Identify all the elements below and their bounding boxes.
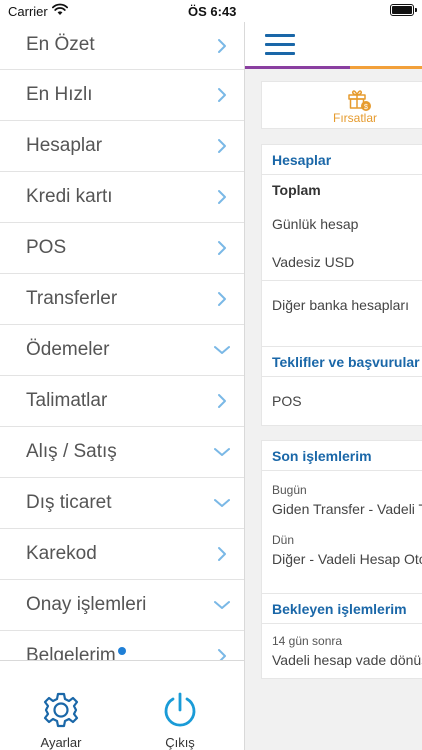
app-screen: Carrier ÖS 6:43 En Özet En Hızlı Hesapla…	[0, 0, 422, 750]
sidebar-item-label: En Hızlı	[26, 84, 93, 105]
gift-icon: $	[348, 90, 371, 111]
pending-transactions-card: Bekleyen işlemlerim 14 gün sonra Vadeli …	[261, 593, 422, 679]
top-bar	[245, 22, 422, 66]
accounts-total-row[interactable]: Toplam	[262, 175, 422, 205]
status-bar: Carrier ÖS 6:43	[0, 0, 422, 22]
gear-icon	[43, 692, 79, 728]
sidebar-item-odemeler[interactable]: Ödemeler	[0, 325, 244, 376]
recent-transactions-card: Son işlemlerim Bugün Giden Transfer - Va…	[261, 440, 422, 602]
transaction-text: Diğer - Vadeli Hesap Otom	[272, 551, 422, 567]
sidebar-item-hesaplar[interactable]: Hesaplar	[0, 121, 244, 172]
chevron-down-icon	[214, 495, 230, 511]
account-name: Vadesiz USD	[272, 254, 355, 270]
sidebar-item-label: Belgelerim	[26, 645, 126, 660]
battery-icon	[390, 4, 417, 16]
chevron-right-icon	[214, 189, 230, 205]
sidebar-item-label: En Özet	[26, 33, 95, 55]
pending-date: 14 gün sonra	[272, 634, 343, 648]
chevron-right-icon	[214, 648, 230, 660]
chevron-right-icon	[214, 393, 230, 409]
sidebar-item-en-hizli[interactable]: En Hızlı	[0, 70, 244, 121]
offers-title[interactable]: Teklifler ve başvurular	[262, 347, 422, 377]
status-time: ÖS 6:43	[188, 4, 237, 19]
transaction-date: Dün	[272, 533, 295, 547]
settings-label: Ayarlar	[40, 735, 82, 750]
sidebar-item-label: Kredi kartı	[26, 186, 113, 207]
settings-button[interactable]: Ayarlar	[21, 691, 101, 750]
sidebar-item-kredi-karti[interactable]: Kredi kartı	[0, 172, 244, 223]
pending-title[interactable]: Bekleyen işlemlerim	[262, 594, 422, 624]
pending-item[interactable]: 14 gün sonra Vadeli hesap vade dönüşü	[262, 624, 422, 678]
sidebar-item-alis-satis[interactable]: Alış / Satış	[0, 427, 244, 478]
power-icon	[164, 692, 196, 727]
sidebar-item-label-text: Belgelerim	[26, 645, 116, 660]
sidebar-item-pos[interactable]: POS	[0, 223, 244, 274]
sidebar-item-belgelerim[interactable]: Belgelerim	[0, 631, 244, 660]
chevron-down-icon	[214, 444, 230, 460]
transaction-date: Bugün	[272, 483, 307, 497]
offers-card: Teklifler ve başvurular POS	[261, 346, 422, 426]
sidebar-footer: Ayarlar Çıkış	[0, 660, 244, 750]
sidebar-item-label: POS	[26, 237, 67, 258]
transaction-item[interactable]: Dün Diğer - Vadeli Hesap Otom	[262, 525, 422, 577]
opportunities-button[interactable]: $ Fırsatlar	[261, 81, 422, 129]
chevron-right-icon	[214, 546, 230, 562]
transaction-item[interactable]: Bugün Giden Transfer - Vadeli TL	[262, 471, 422, 525]
chevron-right-icon	[214, 138, 230, 154]
opportunities-label: Fırsatlar	[333, 111, 378, 125]
sidebar-item-label: Hesaplar	[26, 135, 103, 156]
sidebar-item-dis-ticaret[interactable]: Dış ticaret	[0, 478, 244, 529]
account-name: Diğer banka hesapları	[272, 297, 409, 313]
sidebar-item-label: Dış ticaret	[26, 492, 112, 513]
sidebar-item-en-ozet[interactable]: En Özet	[0, 22, 244, 70]
sidebar-item-label: Transferler	[26, 288, 118, 309]
wifi-icon	[52, 3, 68, 15]
accent-divider	[245, 66, 422, 69]
offer-name: POS	[272, 393, 302, 409]
accounts-card: Hesaplar Toplam Günlük hesap Vadesiz USD…	[261, 144, 422, 356]
sidebar-item-transferler[interactable]: Transferler	[0, 274, 244, 325]
accounts-total-label: Toplam	[272, 182, 321, 198]
notification-dot	[117, 647, 126, 655]
transaction-text: Giden Transfer - Vadeli TL	[272, 501, 422, 517]
sidebar-item-karekod[interactable]: Karekod	[0, 529, 244, 580]
accounts-title[interactable]: Hesaplar	[262, 145, 422, 175]
pending-text: Vadeli hesap vade dönüşü	[272, 652, 422, 668]
main-content: $ Fırsatlar Hesaplar Toplam Günlük hesap…	[245, 22, 422, 750]
account-row[interactable]: Diğer banka hesapları	[262, 281, 422, 329]
chevron-down-icon	[214, 342, 230, 358]
account-row[interactable]: Vadesiz USD	[262, 243, 422, 281]
sidebar-item-label: Karekod	[26, 543, 97, 564]
carrier-label: Carrier	[8, 4, 48, 19]
logout-label: Çıkış	[165, 735, 195, 750]
hamburger-menu-icon[interactable]	[265, 34, 297, 56]
offer-row[interactable]: POS	[262, 377, 422, 425]
sidebar-menu: En Özet En Hızlı Hesaplar Kredi kartı PO…	[0, 22, 244, 660]
sidebar-item-label: Talimatlar	[26, 390, 108, 411]
svg-text:$: $	[364, 104, 368, 111]
account-name: Günlük hesap	[272, 216, 359, 232]
sidebar-item-onay-islemleri[interactable]: Onay işlemleri	[0, 580, 244, 631]
logout-button[interactable]: Çıkış	[140, 691, 220, 750]
chevron-right-icon	[214, 38, 230, 54]
chevron-down-icon	[214, 597, 230, 613]
chevron-right-icon	[214, 240, 230, 256]
sidebar-item-talimatlar[interactable]: Talimatlar	[0, 376, 244, 427]
sidebar-item-label: Onay işlemleri	[26, 594, 147, 615]
sidebar-item-label: Alış / Satış	[26, 441, 117, 462]
chevron-right-icon	[214, 291, 230, 307]
sidebar: En Özet En Hızlı Hesaplar Kredi kartı PO…	[0, 22, 245, 750]
account-row[interactable]: Günlük hesap	[262, 205, 422, 243]
chevron-right-icon	[214, 87, 230, 103]
sidebar-item-label: Ödemeler	[26, 339, 110, 360]
recent-title[interactable]: Son işlemlerim	[262, 441, 422, 471]
